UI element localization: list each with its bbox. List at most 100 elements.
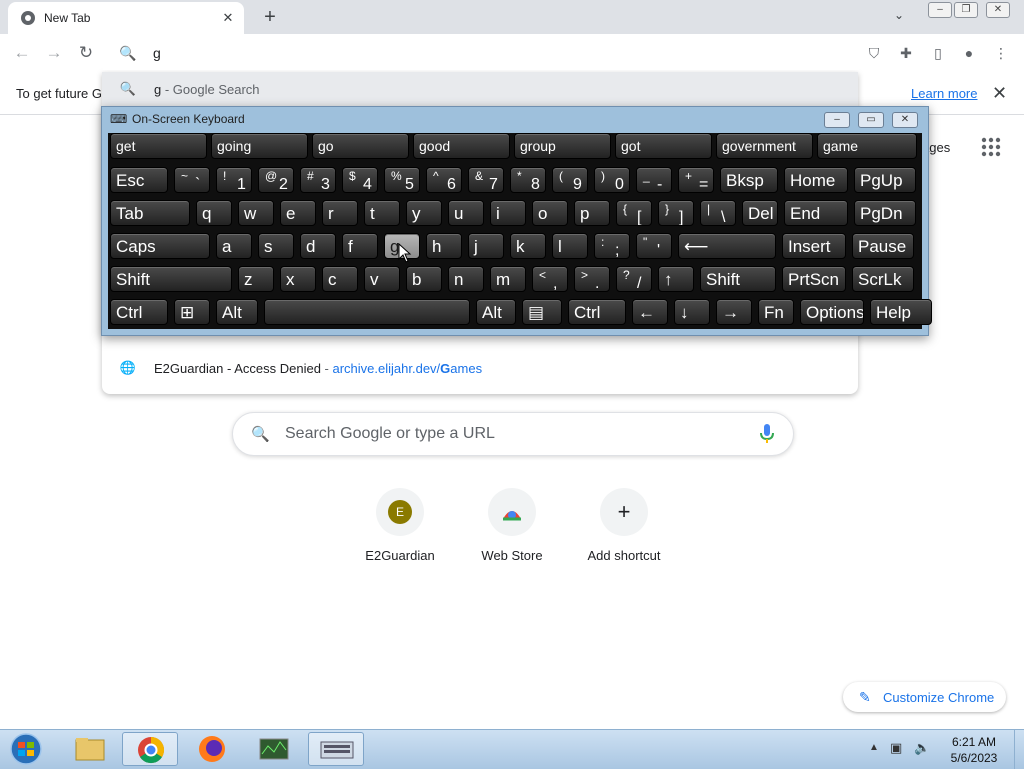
key-6[interactable]: ^ 6	[426, 167, 462, 193]
microphone-icon[interactable]	[759, 423, 775, 445]
key-symbol[interactable]: + =	[678, 167, 714, 193]
volume-icon[interactable]: 🔈	[914, 740, 930, 756]
prediction-going[interactable]: going	[211, 133, 308, 159]
taskbar-on-screen-keyboard-icon[interactable]	[308, 732, 364, 766]
key-i[interactable]: i	[490, 200, 526, 226]
key-9[interactable]: (9	[552, 167, 588, 193]
key-pgdn[interactable]: PgDn	[854, 200, 916, 226]
key-f[interactable]: f	[342, 233, 378, 259]
key-symbol[interactable]: >.	[574, 266, 610, 292]
shortcut-add[interactable]: + Add shortcut	[568, 488, 680, 563]
omnibox-text[interactable]: g	[153, 45, 161, 61]
key-n[interactable]: n	[448, 266, 484, 292]
key-esc[interactable]: Esc	[110, 167, 168, 193]
key-m[interactable]: m	[490, 266, 526, 292]
key-prtscn[interactable]: PrtScn	[782, 266, 846, 292]
key-options[interactable]: Options	[800, 299, 864, 325]
key-s[interactable]: s	[258, 233, 294, 259]
prediction-group[interactable]: group	[514, 133, 611, 159]
key-symbol[interactable]: →	[716, 299, 752, 325]
learn-more-link[interactable]: Learn more	[911, 86, 977, 101]
key-help[interactable]: Help	[870, 299, 932, 325]
key-shift[interactable]: Shift	[110, 266, 232, 292]
key-a[interactable]: a	[216, 233, 252, 259]
key-1[interactable]: ! 1	[216, 167, 252, 193]
key-u[interactable]: u	[448, 200, 484, 226]
key-end[interactable]: End	[784, 200, 848, 226]
key-shift[interactable]: Shift	[700, 266, 776, 292]
profile-avatar-icon[interactable]: ●	[958, 42, 980, 64]
prediction-get[interactable]: get	[110, 133, 207, 159]
key-0[interactable]: ) 0	[594, 167, 630, 193]
key-e[interactable]: e	[280, 200, 316, 226]
info-bar-close-icon[interactable]: ✕	[992, 83, 1007, 104]
key-symbol[interactable]: {[	[616, 200, 652, 226]
menu-kebab-icon[interactable]: ⋮	[990, 42, 1012, 64]
key-bksp[interactable]: Bksp	[720, 167, 778, 193]
key-y[interactable]: y	[406, 200, 442, 226]
key-w[interactable]: w	[238, 200, 274, 226]
key-b[interactable]: b	[406, 266, 442, 292]
key-symbol[interactable]: }]	[658, 200, 694, 226]
key-del[interactable]: Del	[742, 200, 778, 226]
ntp-search-input[interactable]	[283, 424, 727, 444]
key-j[interactable]: j	[468, 233, 504, 259]
key-symbol[interactable]: ~ `	[174, 167, 210, 193]
key-v[interactable]: v	[364, 266, 400, 292]
suggestion-google-search[interactable]: 🔍 g - Google Search	[102, 72, 858, 106]
key-q[interactable]: q	[196, 200, 232, 226]
key-c[interactable]: c	[322, 266, 358, 292]
key-o[interactable]: o	[532, 200, 568, 226]
taskbar-file-explorer-icon[interactable]	[62, 732, 118, 766]
key-home[interactable]: Home	[784, 167, 848, 193]
prediction-game[interactable]: game	[817, 133, 917, 159]
key-tab[interactable]: Tab	[110, 200, 190, 226]
key-symbol[interactable]: ←	[632, 299, 668, 325]
key-pgup[interactable]: PgUp	[854, 167, 916, 193]
key-symbol[interactable]: _ -	[636, 167, 672, 193]
key-h[interactable]: h	[426, 233, 462, 259]
key-z[interactable]: z	[238, 266, 274, 292]
taskbar-firefox-icon[interactable]	[184, 732, 240, 766]
reload-icon[interactable]: ↻	[74, 42, 98, 64]
osk-minimize-button[interactable]: –	[824, 112, 850, 128]
ntp-search-box[interactable]: 🔍	[232, 412, 794, 456]
key-t[interactable]: t	[364, 200, 400, 226]
tab-close-icon[interactable]: ✕	[220, 10, 236, 26]
key-4[interactable]: $4	[342, 167, 378, 193]
key-2[interactable]: @2	[258, 167, 294, 193]
key-alt[interactable]: Alt	[476, 299, 516, 325]
key-symbol[interactable]: ? /	[616, 266, 652, 292]
suggestion-history[interactable]: 🌐 E2Guardian - Access Denied - archive.e…	[102, 351, 858, 385]
close-window-button[interactable]: ✕	[986, 2, 1010, 18]
key-pause[interactable]: Pause	[852, 233, 914, 259]
key-alt[interactable]: Alt	[216, 299, 258, 325]
omnibox[interactable]: 🔍 g	[103, 36, 859, 70]
key-8[interactable]: * 8	[510, 167, 546, 193]
prediction-government[interactable]: government	[716, 133, 813, 159]
key-symbol[interactable]: :;	[594, 233, 630, 259]
show-hidden-icons-icon[interactable]: ▲	[869, 742, 879, 753]
network-icon[interactable]: ▣	[890, 740, 906, 756]
key-7[interactable]: & 7	[468, 167, 504, 193]
key-caps[interactable]: Caps	[110, 233, 210, 259]
back-arrow-icon[interactable]: ←	[10, 42, 34, 64]
key-l[interactable]: l	[552, 233, 588, 259]
forward-arrow-icon[interactable]: →	[42, 42, 66, 64]
key-symbol[interactable]: <,	[532, 266, 568, 292]
tab-search-chevron-icon[interactable]: ⌄	[894, 8, 904, 22]
key-d[interactable]: d	[300, 233, 336, 259]
key-p[interactable]: p	[574, 200, 610, 226]
osk-close-button[interactable]: ✕	[892, 112, 918, 128]
shield-extension-icon[interactable]: ⛉	[863, 42, 885, 64]
osk-maximize-button[interactable]: ▭	[858, 112, 884, 128]
osk-title-bar[interactable]: ⌨ On-Screen Keyboard	[102, 107, 928, 131]
taskbar-task-manager-icon[interactable]	[246, 732, 302, 766]
side-panel-icon[interactable]: ▯	[927, 42, 949, 64]
restore-button[interactable]: ❐	[954, 2, 978, 18]
taskbar-chrome-icon[interactable]	[122, 732, 178, 766]
prediction-go[interactable]: go	[312, 133, 409, 159]
key-symbol[interactable]: ▤	[522, 299, 562, 325]
prediction-good[interactable]: good	[413, 133, 510, 159]
key-symbol[interactable]: " '	[636, 233, 672, 259]
